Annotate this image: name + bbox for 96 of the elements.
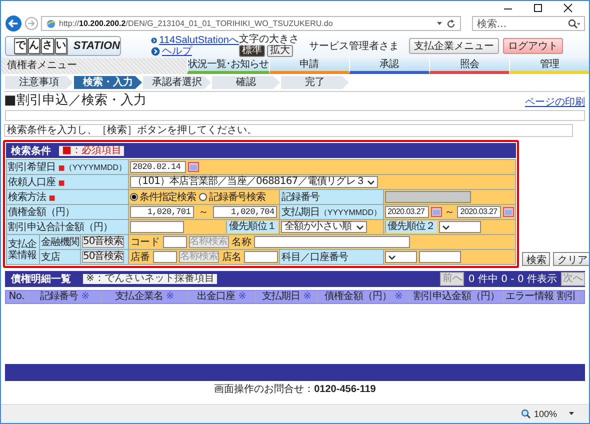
column-header[interactable]: 割引 [556, 291, 578, 303]
page-title: ■割引申込／検索・入力 [4, 93, 146, 108]
step-indicator: 確認 [212, 76, 280, 89]
caret-icon [366, 178, 375, 186]
column-header[interactable]: 債権金額（円） ※ [318, 291, 410, 303]
maximize-icon[interactable] [533, 2, 543, 12]
panel-title: 検索条件 [11, 144, 51, 158]
field-label: 名称 [232, 236, 252, 249]
dropdown-icon[interactable] [568, 411, 575, 417]
menu-title: 債権者メニュー [6, 58, 78, 73]
print-link[interactable]: ページの印刷 [525, 97, 585, 108]
date-field[interactable]: 2020.03.27 [384, 206, 429, 218]
column-header[interactable]: 支払企業名 ※ [102, 291, 188, 303]
field-label: 金融機関 [40, 234, 80, 250]
radio-label[interactable]: 記録番号検索 [208, 190, 266, 204]
field-label: 支払企業情報 [6, 234, 40, 264]
calendar-icon[interactable] [503, 207, 514, 217]
range-separator: ～ [444, 206, 456, 219]
column-header[interactable]: 支払期日 ※ [256, 291, 318, 303]
field-label: 記録番号 [280, 190, 384, 204]
kana-search-button[interactable]: 50音検索 [82, 236, 124, 248]
range-separator: ～ [198, 206, 210, 219]
dropdown[interactable]: 全額が小さい順 [281, 221, 368, 233]
nav-tab[interactable]: 照会 [428, 58, 509, 74]
date-field[interactable]: 2020.02.14 [130, 161, 186, 173]
arrow-circle-icon [151, 36, 158, 44]
zoom-icon[interactable] [520, 409, 531, 419]
link[interactable]: ヘルプ [162, 46, 192, 56]
field-label: 支払期日（YYYYMMDD） [280, 204, 384, 220]
input-field[interactable] [418, 251, 461, 263]
nav-tab[interactable]: 管理 [508, 58, 589, 74]
logo[interactable]: で ん さ い STATION [5, 36, 121, 56]
back-icon[interactable] [5, 15, 22, 32]
radio-button[interactable] [198, 193, 207, 201]
field-label: 債権金額（円） [6, 204, 128, 220]
field-label: 優先順位２ [384, 221, 438, 233]
step-indicator: 承認者選択 [143, 76, 211, 89]
input-field[interactable] [244, 251, 278, 263]
font-size-button[interactable]: 拡大 [267, 45, 293, 57]
field-label: 支店 [40, 250, 80, 264]
kana-search-button[interactable]: 50音検索 [82, 251, 124, 263]
calendar-icon[interactable] [430, 207, 442, 217]
font-size-label: 文字の大きさ [239, 34, 299, 45]
logout-button[interactable]: ログアウト [503, 38, 563, 54]
caret-icon [442, 224, 450, 230]
user-name: サービス管理者さま [309, 40, 400, 52]
radio-label[interactable]: 条件指定検索 [140, 190, 196, 204]
caret-icon [388, 254, 396, 260]
refresh-icon[interactable] [446, 18, 456, 28]
nav-tab[interactable]: 承認 [348, 58, 429, 74]
nav-tab[interactable]: 状況一覧･お知らせ [187, 58, 268, 74]
column-header[interactable]: 割引申込金額（円） [410, 291, 504, 303]
amount-field[interactable]: 1,020,701 [130, 206, 194, 218]
search-icon[interactable] [568, 18, 580, 28]
clear-button[interactable]: クリア [553, 252, 589, 266]
column-header[interactable]: 記録番号 ※ [28, 291, 102, 303]
input-field[interactable] [162, 236, 187, 248]
close-icon[interactable] [563, 2, 573, 12]
input-field[interactable] [254, 236, 410, 248]
instruction-text: 検索条件を入力し、［検索］ボタンを押してください。 [4, 124, 573, 137]
column-header[interactable]: エラー情報 [504, 291, 556, 303]
calendar-icon[interactable] [188, 162, 199, 172]
legend-badge: ※：でんさいネット採番項目 [83, 274, 218, 284]
field-label: 優先順位１ [226, 221, 278, 233]
step-indicator: 完了 [281, 76, 349, 89]
dropdown[interactable] [384, 251, 417, 263]
date-field[interactable]: 2020.03.27 [457, 206, 502, 218]
menu-button[interactable]: 支払企業メニュー [409, 38, 499, 54]
font-size-button[interactable]: 標準 [239, 45, 265, 57]
zoom-level[interactable]: 100% [534, 409, 557, 419]
input-field[interactable] [152, 251, 177, 263]
field-label: コード [130, 236, 160, 249]
panel-title: 債権明細一覧 [11, 272, 71, 286]
input-field[interactable] [130, 221, 184, 233]
contact-text: 画面操作のお問合せ：0120-456-119 [213, 383, 377, 396]
radio-button[interactable] [130, 193, 138, 201]
arrow-circle-icon [151, 46, 160, 56]
result-count: 0 件中 0 - 0 件表示 [468, 272, 557, 286]
field-label: 店番 [130, 250, 150, 264]
field-label: 店名 [222, 250, 242, 264]
column-header[interactable]: No. [6, 291, 28, 303]
legend-badge: ■：必須項目 [59, 146, 124, 156]
field-label: 科目／口座番号 [280, 250, 384, 264]
step-indicator: 注意事項 [5, 76, 73, 89]
dropdown[interactable]: （101）本店営業部／当座／0688167／電債リグレ３ [130, 176, 378, 188]
link[interactable]: 114SalutStationへ [159, 34, 239, 46]
search-button[interactable]: 検索 [522, 252, 550, 266]
step-indicator: 検索・入力 [74, 76, 142, 89]
search-field[interactable]: 検索... [472, 16, 585, 31]
field-label: 割引申込合計金額（円） [6, 220, 128, 234]
amount-field[interactable]: 1,020,704 [213, 206, 278, 218]
globe-icon [46, 18, 56, 28]
dropdown-icon[interactable] [436, 20, 443, 26]
nav-tab[interactable]: 申請 [268, 58, 349, 74]
caret-icon [356, 224, 364, 230]
address-field[interactable]: http://10.200.200.2/DEN/G_213104_01_01_TORIHIKI_WO_TSUZUKERU.do [41, 16, 461, 31]
